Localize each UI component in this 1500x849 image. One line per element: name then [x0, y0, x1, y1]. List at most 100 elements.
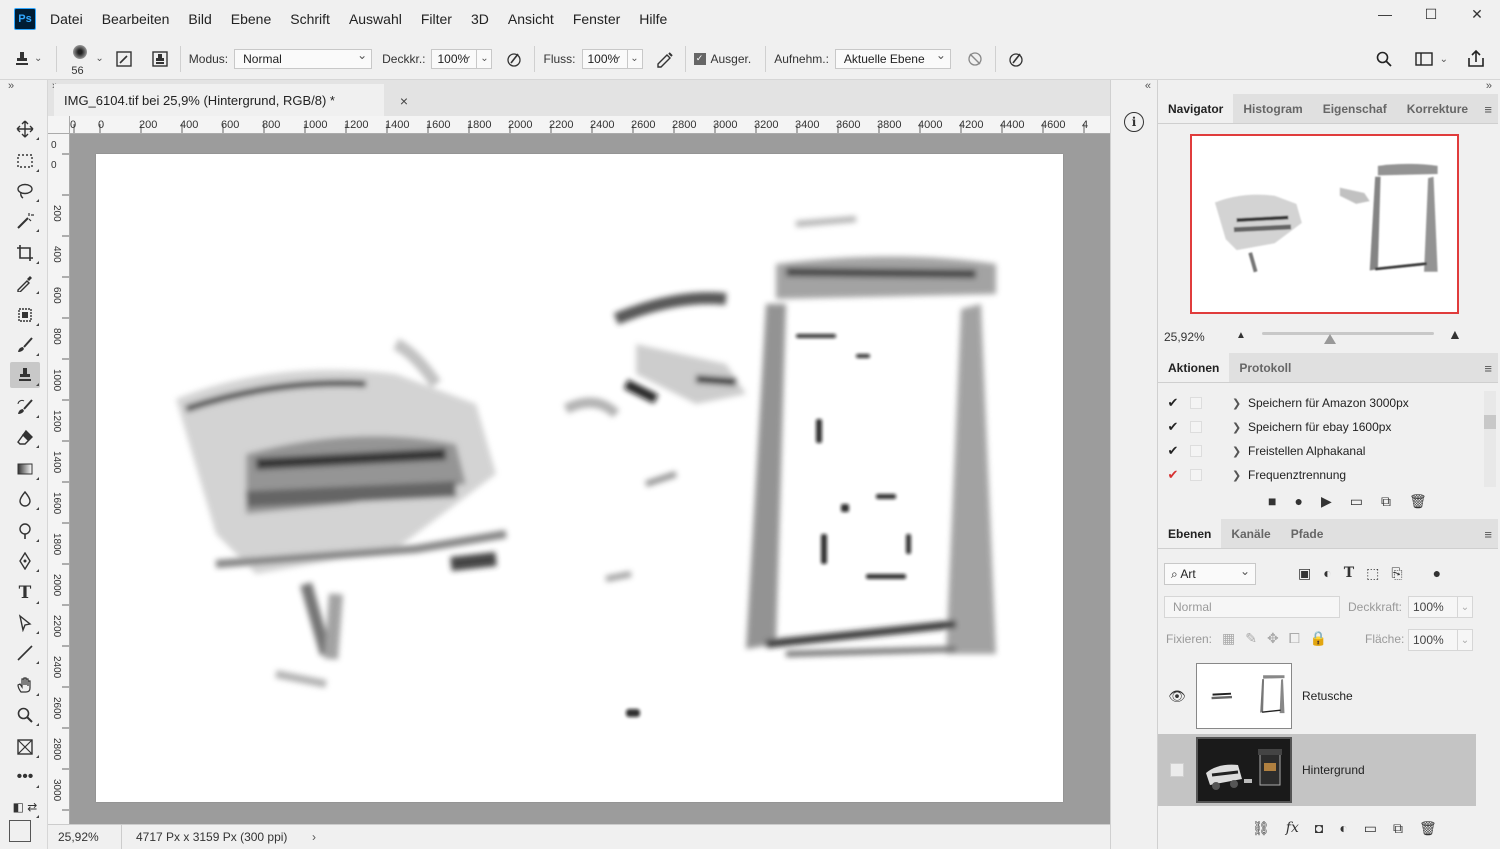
canvas-viewport[interactable] [70, 134, 1110, 824]
workspace-dropdown-icon[interactable]: ⌄ [1440, 54, 1448, 65]
layer-visibility-toggle[interactable] [1158, 763, 1196, 777]
lock-image-icon[interactable]: ✎ [1245, 630, 1257, 647]
modus-select[interactable]: Normal [234, 48, 373, 69]
add-mask-icon[interactable]: ◘ [1315, 820, 1323, 837]
lock-position-icon[interactable]: ✥ [1267, 630, 1279, 647]
collapse-panels-icon[interactable]: » [1486, 80, 1492, 92]
tab-eigenschaften[interactable]: Eigenschaf [1313, 94, 1397, 123]
tab-protokoll[interactable]: Protokoll [1229, 353, 1301, 382]
collapse-column-icon[interactable]: « [1145, 80, 1151, 92]
layer-thumbnail[interactable] [1196, 737, 1292, 803]
adjustment-layer-filter-icon[interactable]: ◐ [1323, 565, 1331, 582]
eraser-tool-icon[interactable] [10, 424, 40, 450]
menu-bild[interactable]: Bild [188, 11, 211, 27]
expand-chevron-icon[interactable]: ❯ [1232, 397, 1248, 410]
frame-placeholder-tool-icon[interactable] [10, 734, 40, 760]
tab-ebenen[interactable]: Ebenen [1158, 519, 1222, 548]
deckkraft-dropdown-icon[interactable]: ⌄ [476, 48, 493, 69]
menu-filter[interactable]: Filter [421, 11, 452, 27]
eyedropper-tool-icon[interactable] [10, 270, 40, 296]
layer-fill-dropdown-icon[interactable]: ⌄ [1457, 629, 1473, 651]
brush-preset-picker[interactable]: 56 [65, 41, 95, 77]
zoom-tool-icon[interactable] [10, 702, 40, 728]
ausgerichtet-checkbox[interactable]: ✓ [693, 52, 706, 65]
delete-action-icon[interactable]: 🗑 [1409, 493, 1427, 510]
close-tab-icon[interactable]: × [400, 93, 408, 109]
record-icon[interactable]: ● [1294, 493, 1302, 510]
frame-tool-icon[interactable] [10, 302, 40, 328]
action-dialog-toggle[interactable] [1190, 445, 1202, 457]
stop-icon[interactable]: ■ [1268, 493, 1276, 510]
line-tool-icon[interactable] [10, 640, 40, 666]
action-toggle-check-icon[interactable]: ✔ [1158, 443, 1188, 459]
action-item[interactable]: ✔ ❯ Freistellen Alphakanal [1158, 439, 1478, 463]
pen-tool-icon[interactable] [10, 548, 40, 574]
pixel-layer-filter-icon[interactable]: ▣ [1298, 565, 1311, 582]
close-window-button[interactable]: ✕ [1454, 0, 1500, 28]
horizontal-ruler[interactable]: 0 0 200 400 600 800 1000 1200 1400 1600 … [70, 116, 1110, 134]
preset-dropdown-icon[interactable]: ⌄ [34, 53, 42, 64]
tab-korrekturen[interactable]: Korrekture [1397, 94, 1478, 123]
tab-kanaele[interactable]: Kanäle [1221, 519, 1280, 548]
navigator-zoom-slider[interactable] [1262, 332, 1434, 335]
new-action-icon[interactable]: ⧉ [1381, 493, 1391, 510]
filter-toggle-icon[interactable]: ● [1433, 565, 1441, 582]
new-set-folder-icon[interactable]: ▭ [1350, 493, 1363, 510]
new-group-icon[interactable]: ▭ [1364, 820, 1377, 837]
clone-stamp-tool-icon[interactable] [10, 362, 40, 388]
clone-stamp-preset-icon[interactable] [10, 47, 34, 71]
expand-chevron-icon[interactable]: ❯ [1232, 421, 1248, 434]
gradient-tool-icon[interactable] [10, 456, 40, 482]
zoom-in-icon[interactable]: ▲ [1448, 326, 1462, 342]
layer-name[interactable]: Hintergrund [1302, 763, 1365, 777]
layer-thumbnail[interactable] [1196, 663, 1292, 729]
layers-menu-icon[interactable]: ≡ [1484, 527, 1492, 542]
fluss-input[interactable]: 100% [581, 48, 628, 69]
expand-chevron-icon[interactable]: ❯ [1232, 445, 1248, 458]
aufnehmen-select[interactable]: Aktuelle Ebene [834, 48, 951, 69]
lasso-tool-icon[interactable] [10, 178, 40, 204]
history-brush-tool-icon[interactable] [10, 394, 40, 420]
actions-scrollbar[interactable] [1484, 391, 1496, 487]
layer-row-retusche[interactable]: 👁 Retusche [1158, 660, 1476, 732]
dodge-tool-icon[interactable] [10, 518, 40, 544]
more-tools-icon[interactable]: ••• [10, 764, 40, 790]
info-panel-icon[interactable]: i [1124, 112, 1144, 132]
layer-fill-input[interactable]: 100% [1408, 629, 1458, 651]
blur-tool-icon[interactable] [10, 486, 40, 512]
brush-settings-icon[interactable] [112, 47, 136, 71]
action-dialog-toggle[interactable] [1190, 469, 1202, 481]
restore-button[interactable]: ☐ [1408, 0, 1454, 28]
navigator-zoom-value[interactable]: 25,92% [1164, 330, 1205, 344]
new-adjustment-layer-icon[interactable]: ◐ [1339, 820, 1347, 837]
action-item[interactable]: ✔ ❯ Speichern für ebay 1600px [1158, 415, 1478, 439]
layer-style-fx-icon[interactable]: fx [1286, 820, 1299, 837]
action-toggle-check-icon[interactable]: ✔ [1158, 419, 1188, 435]
zoom-out-icon[interactable]: ▲ [1236, 330, 1246, 341]
actions-scroll-thumb[interactable] [1484, 415, 1496, 429]
action-toggle-check-icon[interactable]: ✔ [1158, 467, 1188, 483]
brush-tool-icon[interactable] [10, 332, 40, 358]
menu-auswahl[interactable]: Auswahl [349, 11, 402, 27]
tab-navigator[interactable]: Navigator [1158, 94, 1234, 123]
pressure-size-icon[interactable] [1004, 47, 1028, 71]
tab-histogram[interactable]: Histogram [1233, 94, 1312, 123]
layer-opacity-dropdown-icon[interactable]: ⌄ [1457, 596, 1473, 618]
foreground-color-swatch[interactable] [9, 820, 31, 842]
shape-layer-filter-icon[interactable]: ⬚ [1366, 565, 1379, 582]
action-dialog-toggle[interactable] [1190, 421, 1202, 433]
action-item[interactable]: ✔ ❯ Speichern für Amazon 3000px [1158, 391, 1478, 415]
workspace-icon[interactable] [1412, 47, 1436, 71]
link-layers-icon[interactable]: ⛓ [1252, 820, 1270, 837]
type-layer-filter-icon[interactable]: T [1344, 565, 1354, 582]
navigator-zoom-knob[interactable] [1324, 334, 1336, 344]
fluss-dropdown-icon[interactable]: ⌄ [626, 48, 643, 69]
smart-object-filter-icon[interactable]: ⎘ [1391, 565, 1402, 582]
status-menu-arrow-icon[interactable]: › [312, 830, 316, 844]
document-canvas[interactable] [96, 154, 1063, 802]
collapse-toolbar-icon[interactable]: » [8, 80, 14, 92]
action-toggle-check-icon[interactable]: ✔ [1158, 395, 1188, 411]
menu-schrift[interactable]: Schrift [290, 11, 330, 27]
move-tool-icon[interactable] [10, 116, 40, 142]
pressure-opacity-icon[interactable] [502, 47, 526, 71]
